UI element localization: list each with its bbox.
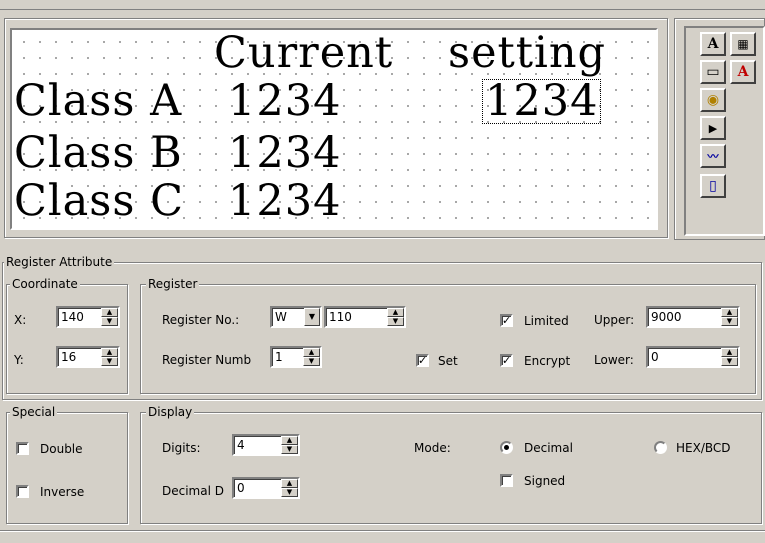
- register-number-spin-buttons[interactable]: ▲ ▼: [303, 348, 320, 366]
- register-title: Register: [146, 277, 200, 291]
- decimal-digits-label: Decimal D: [162, 484, 224, 498]
- lamp-tool-icon[interactable]: ◉: [700, 88, 726, 112]
- trend-graph-tool-icon[interactable]: 〰: [700, 144, 726, 168]
- mode-decimal-label: Decimal: [524, 441, 573, 455]
- bottom-divider: [0, 530, 765, 532]
- limited-checkbox[interactable]: ✓: [500, 314, 513, 327]
- encrypt-label: Encrypt: [524, 354, 571, 368]
- x-label: X:: [14, 313, 27, 327]
- bitmap-tool-icon[interactable]: ▦: [730, 32, 756, 56]
- double-label: Double: [40, 442, 83, 456]
- upper-limit-value: 9000: [651, 310, 682, 324]
- register-number-label: Register Numb: [162, 353, 252, 367]
- radio-selected-dot: [504, 445, 509, 450]
- set-checkbox[interactable]: ✓: [416, 354, 429, 367]
- lower-limit-value: 0: [651, 350, 659, 364]
- spin-up-icon[interactable]: ▲: [281, 436, 298, 445]
- upper-label: Upper:: [594, 313, 635, 327]
- mode-hex-label: HEX/BCD: [676, 441, 731, 455]
- spin-up-icon[interactable]: ▲: [721, 308, 738, 317]
- upper-spin-buttons[interactable]: ▲ ▼: [721, 308, 738, 326]
- x-coordinate-stepper[interactable]: 140 ▲ ▼: [56, 306, 120, 328]
- register-no-label: Register No.:: [162, 313, 240, 327]
- x-coordinate-value: 140: [61, 310, 84, 324]
- lcd-current-label: Current: [214, 28, 394, 78]
- register-type-select[interactable]: W ▼: [270, 306, 322, 328]
- y-coordinate-stepper[interactable]: 16 ▲ ▼: [56, 346, 120, 368]
- y-coordinate-value: 16: [61, 350, 77, 364]
- top-strip: [0, 0, 765, 10]
- special-title: Special: [10, 405, 58, 419]
- decimal-digits-spin-buttons[interactable]: ▲ ▼: [281, 479, 298, 497]
- signed-label: Signed: [524, 474, 566, 488]
- text-tool-icon[interactable]: A: [700, 32, 726, 56]
- spin-down-icon[interactable]: ▼: [303, 357, 320, 366]
- bar-graph-tool-icon[interactable]: ▯: [700, 174, 726, 198]
- lower-label: Lower:: [594, 353, 634, 367]
- display-group: [140, 412, 762, 524]
- lcd-row-label: Class C: [14, 176, 184, 226]
- spin-up-icon[interactable]: ▲: [281, 479, 298, 488]
- mode-hex-radio[interactable]: [654, 441, 667, 454]
- lcd-row-label: Class A: [14, 76, 183, 126]
- limited-label: Limited: [524, 314, 569, 328]
- coordinate-title: Coordinate: [10, 277, 80, 291]
- spin-down-icon[interactable]: ▼: [281, 488, 298, 497]
- spin-up-icon[interactable]: ▲: [721, 348, 738, 357]
- y-spin-buttons[interactable]: ▲ ▼: [101, 348, 118, 366]
- lower-limit-stepper[interactable]: 0 ▲ ▼: [646, 346, 740, 368]
- upper-limit-stepper[interactable]: 9000 ▲ ▼: [646, 306, 740, 328]
- register-no-value: 110: [329, 310, 352, 324]
- spin-down-icon[interactable]: ▼: [721, 317, 738, 326]
- lcd-setting-label: setting: [448, 28, 607, 78]
- coordinate-group: [6, 284, 128, 394]
- set-label: Set: [438, 354, 458, 368]
- ascii-input-tool-icon[interactable]: A: [730, 60, 756, 84]
- lcd-row-label: Class B: [14, 128, 183, 178]
- numeric-display-tool-icon[interactable]: ▭: [700, 60, 726, 84]
- mode-decimal-radio[interactable]: [500, 441, 513, 454]
- screen-editor-canvas[interactable]: Current setting Class A 1234 1234 Class …: [10, 28, 658, 230]
- spin-down-icon[interactable]: ▼: [721, 357, 738, 366]
- signed-checkbox[interactable]: [500, 474, 513, 487]
- chevron-down-icon[interactable]: ▼: [304, 308, 320, 326]
- spin-up-icon[interactable]: ▲: [101, 348, 118, 357]
- special-group: [6, 412, 128, 524]
- register-number-value: 1: [275, 350, 283, 364]
- decimal-digits-stepper[interactable]: 0 ▲ ▼: [232, 477, 300, 499]
- double-checkbox[interactable]: [16, 442, 29, 455]
- spin-up-icon[interactable]: ▲: [101, 308, 118, 317]
- spin-down-icon[interactable]: ▼: [101, 317, 118, 326]
- spin-up-icon[interactable]: ▲: [303, 348, 320, 357]
- inverse-label: Inverse: [40, 485, 85, 499]
- spin-down-icon[interactable]: ▼: [387, 317, 404, 326]
- spin-down-icon[interactable]: ▼: [281, 445, 298, 454]
- digits-value: 4: [237, 438, 245, 452]
- lcd-row-value: 1234: [228, 76, 342, 126]
- encrypt-checkbox[interactable]: ✓: [500, 354, 513, 367]
- lcd-row-value: 1234: [228, 176, 342, 226]
- register-number-stepper[interactable]: 1 ▲ ▼: [270, 346, 322, 368]
- lcd-setting-register-box[interactable]: 1234: [482, 79, 602, 124]
- button-tool-icon[interactable]: ▶: [700, 116, 726, 140]
- digits-stepper[interactable]: 4 ▲ ▼: [232, 434, 300, 456]
- lcd-row-value: 1234: [228, 128, 342, 178]
- mode-label: Mode:: [414, 441, 451, 455]
- lower-spin-buttons[interactable]: ▲ ▼: [721, 348, 738, 366]
- register-attribute-title: Register Attribute: [4, 255, 115, 269]
- register-no-stepper[interactable]: 110 ▲ ▼: [324, 306, 406, 328]
- decimal-digits-value: 0: [237, 481, 245, 495]
- toolbox: A ▦ ▭ A ◉ ▶ 〰 ▯: [684, 26, 765, 236]
- register-no-spin-buttons[interactable]: ▲ ▼: [387, 308, 404, 326]
- inverse-checkbox[interactable]: [16, 485, 29, 498]
- display-title: Display: [146, 405, 195, 419]
- x-spin-buttons[interactable]: ▲ ▼: [101, 308, 118, 326]
- y-label: Y:: [14, 353, 24, 367]
- spin-down-icon[interactable]: ▼: [101, 357, 118, 366]
- register-group: [140, 284, 756, 394]
- register-type-value: W: [275, 310, 287, 324]
- digits-spin-buttons[interactable]: ▲ ▼: [281, 436, 298, 454]
- spin-up-icon[interactable]: ▲: [387, 308, 404, 317]
- digits-label: Digits:: [162, 441, 201, 455]
